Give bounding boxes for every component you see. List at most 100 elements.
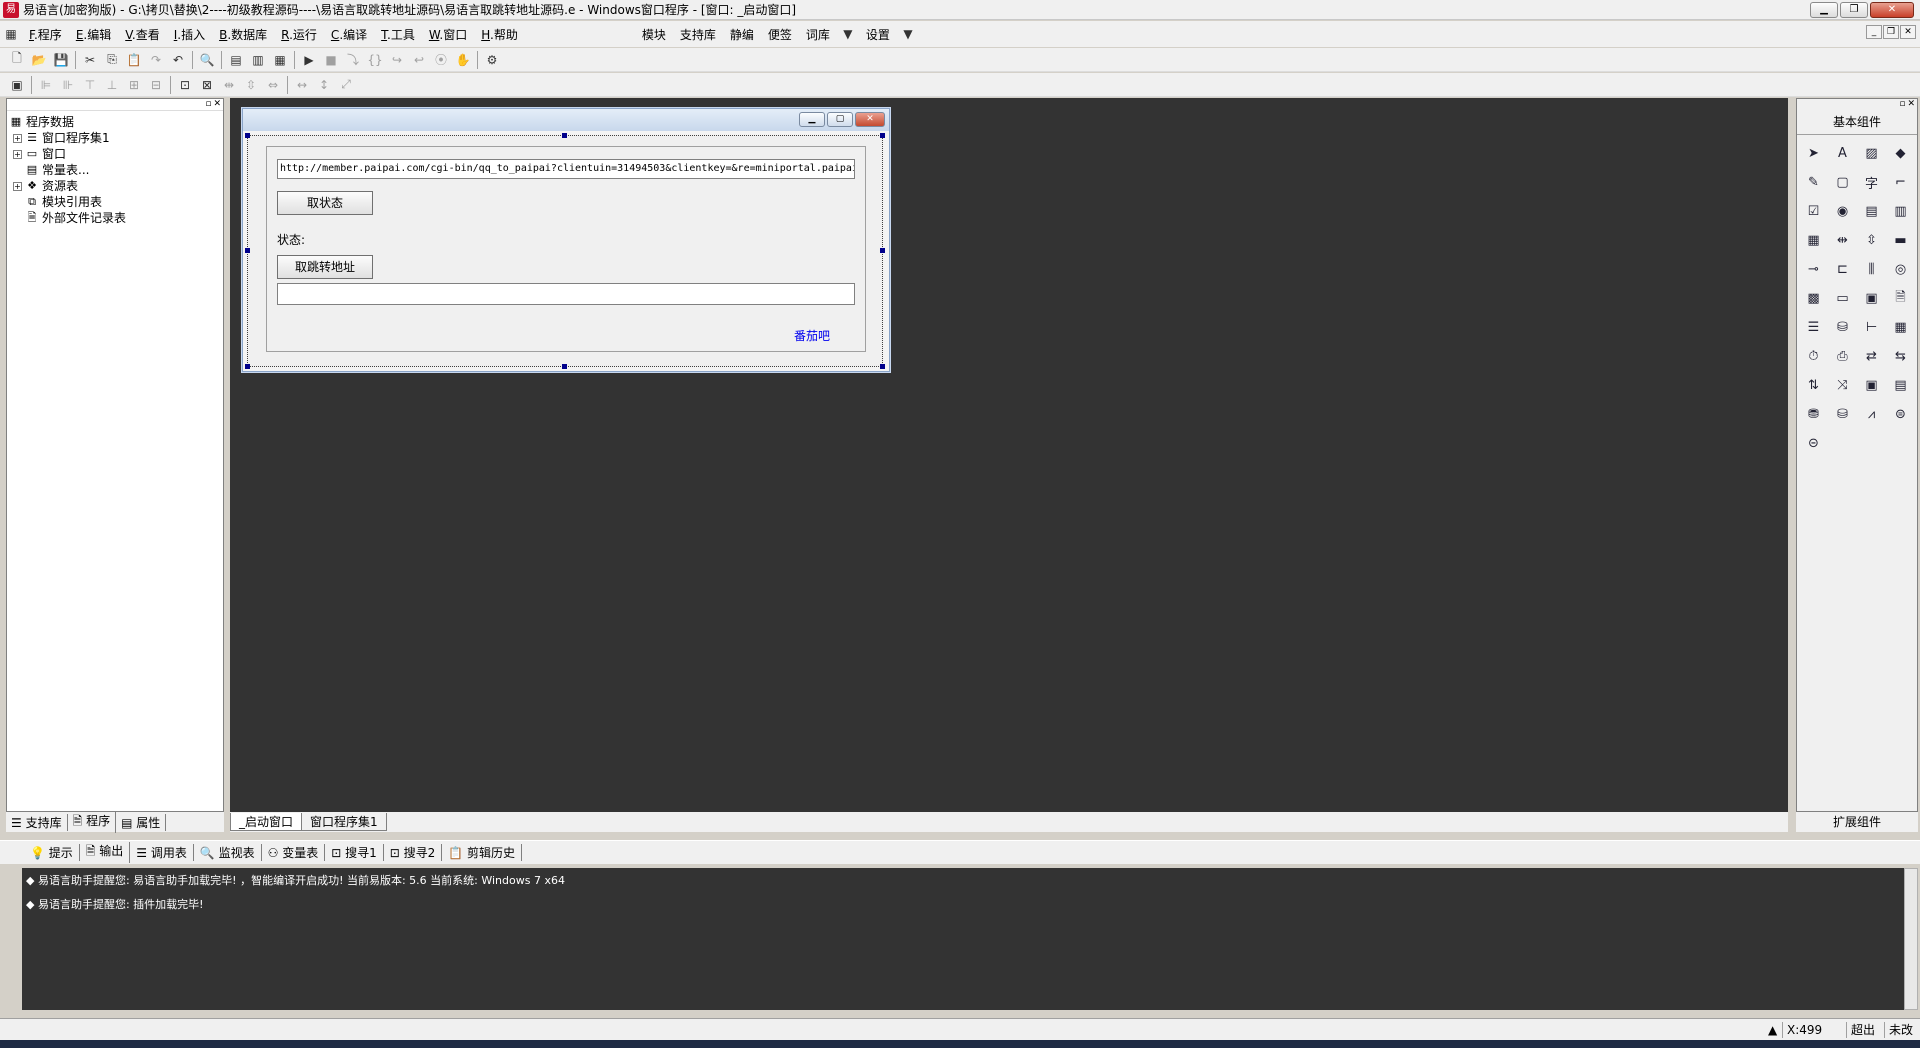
form-close-button[interactable]: ✕ xyxy=(855,112,885,127)
menu-insert[interactable]: I.插入 xyxy=(167,26,212,43)
layout1-icon[interactable]: ▤ xyxy=(225,50,247,70)
close-icon[interactable]: ✕ xyxy=(1907,99,1915,111)
tab-search1[interactable]: ⊡ 搜寻1 xyxy=(325,844,384,861)
basic-components-header[interactable]: 基本组件 xyxy=(1797,111,1917,135)
menu-notes[interactable]: 便签 xyxy=(761,26,799,43)
db-link-component-icon[interactable]: ⛁ xyxy=(1828,400,1857,429)
drive-component-icon[interactable]: ⛁ xyxy=(1828,313,1857,342)
extended-components-tab[interactable]: 扩展组件 xyxy=(1796,812,1918,832)
menu-settings[interactable]: 设置 xyxy=(859,26,897,43)
step-icon[interactable]: ⤵ xyxy=(342,50,364,70)
edit-component-icon[interactable]: ✎ xyxy=(1799,168,1828,197)
menu-lexicon[interactable]: 词库 xyxy=(799,26,837,43)
tab-call-stack[interactable]: ☰ 调用表 xyxy=(130,844,194,861)
resize-handle[interactable] xyxy=(245,248,250,253)
chevron-down-icon[interactable]: ▼ xyxy=(897,24,919,44)
file-component-icon[interactable]: 🗎 xyxy=(1886,284,1915,313)
menu-view[interactable]: V.查看 xyxy=(118,26,167,43)
resize-handle[interactable] xyxy=(880,248,885,253)
shape-component-icon[interactable]: ◆ xyxy=(1886,139,1915,168)
tree-item-resources[interactable]: + ❖ 资源表 xyxy=(9,178,221,194)
client-component-icon[interactable]: ⤨ xyxy=(1828,371,1857,400)
menu-module[interactable]: 模块 xyxy=(635,26,673,43)
folder-component-icon[interactable]: ▣ xyxy=(1857,284,1886,313)
align-right-icon[interactable]: ⊪ xyxy=(57,75,79,95)
menu-compile[interactable]: C.编译 xyxy=(324,26,374,43)
table-component-icon[interactable]: ▦ xyxy=(1886,313,1915,342)
breakpoint-icon[interactable]: ⦿ xyxy=(430,50,452,70)
resize-handle[interactable] xyxy=(562,133,567,138)
get-redirect-button[interactable]: 取跳转地址 xyxy=(277,255,373,279)
hand-icon[interactable]: ✋ xyxy=(452,50,474,70)
statusbar-component-icon[interactable]: ▭ xyxy=(1828,284,1857,313)
step-into-icon[interactable]: {} xyxy=(364,50,386,70)
media-component-icon[interactable]: ◎ xyxy=(1886,255,1915,284)
db-component-icon[interactable]: ⛃ xyxy=(1799,400,1828,429)
paste-icon[interactable]: 📋 xyxy=(123,50,145,70)
chevron-down-icon[interactable]: ▼ xyxy=(837,24,859,44)
tree-root[interactable]: ▦ 程序数据 xyxy=(9,114,221,130)
menu-run[interactable]: R.运行 xyxy=(274,26,324,43)
expand-icon[interactable]: + xyxy=(13,133,22,143)
pin-icon[interactable]: ▫ xyxy=(1899,99,1905,111)
minimize-button[interactable]: ▁ xyxy=(1810,2,1838,18)
resize-handle[interactable] xyxy=(562,364,567,369)
form-designer-window[interactable]: ▁ ▢ ✕ http://member.paipai.com/cgi-bin/q… xyxy=(242,108,890,372)
menu-help[interactable]: H.帮助 xyxy=(474,26,525,43)
menu-edit[interactable]: E.编辑 xyxy=(69,26,118,43)
scroll-h-component-icon[interactable]: ⇹ xyxy=(1828,226,1857,255)
grid-icon[interactable]: ▣ xyxy=(6,75,28,95)
menu-tools[interactable]: T.工具 xyxy=(374,26,422,43)
equal-space-icon[interactable]: ⇔ xyxy=(262,75,284,95)
layout3-icon[interactable]: ▦ xyxy=(269,50,291,70)
text-component-icon[interactable]: 字 xyxy=(1857,168,1886,197)
socket-component-icon[interactable]: ⇆ xyxy=(1886,342,1915,371)
copy-icon[interactable]: ⎘ xyxy=(101,50,123,70)
printer-component-icon[interactable]: ⎙ xyxy=(1828,342,1857,371)
network-component-icon[interactable]: ⇄ xyxy=(1857,342,1886,371)
menu-program[interactable]: F.程序 xyxy=(22,26,69,43)
tab-component-icon[interactable]: ⊏ xyxy=(1828,255,1857,284)
slider-component-icon[interactable]: ⊸ xyxy=(1799,255,1828,284)
tab-hint[interactable]: 💡 提示 xyxy=(24,844,80,861)
pin-icon[interactable]: ▫ xyxy=(205,99,211,110)
center-v-icon[interactable]: ⊠ xyxy=(196,75,218,95)
stop-icon[interactable]: ■ xyxy=(320,50,342,70)
odbc-db-component-icon[interactable]: ⊝ xyxy=(1799,429,1828,458)
close-icon[interactable]: ✕ xyxy=(213,99,221,110)
resize-handle[interactable] xyxy=(880,364,885,369)
tab-output[interactable]: 🗎 输出 xyxy=(80,842,131,863)
align-left-icon[interactable]: ⊫ xyxy=(35,75,57,95)
grid-component-icon[interactable]: ▦ xyxy=(1799,226,1828,255)
redo-icon[interactable]: ↷ xyxy=(145,50,167,70)
same-size-icon[interactable]: ⤢ xyxy=(335,75,357,95)
space-h-icon[interactable]: ⇹ xyxy=(218,75,240,95)
caret-up-icon[interactable]: ▲ xyxy=(1764,1022,1781,1038)
odbc-component-icon[interactable]: ⊜ xyxy=(1886,400,1915,429)
radio-component-icon[interactable]: ◉ xyxy=(1828,197,1857,226)
menu-static-compile[interactable]: 静编 xyxy=(723,26,761,43)
expand-icon[interactable]: + xyxy=(13,181,22,191)
align-top-icon[interactable]: ⊤ xyxy=(79,75,101,95)
resize-handle[interactable] xyxy=(880,133,885,138)
plugin-icon[interactable]: ⚙ xyxy=(481,50,503,70)
pointer-icon[interactable]: ➤ xyxy=(1799,139,1828,168)
new-file-icon[interactable]: 🗋 xyxy=(6,50,28,70)
same-width-icon[interactable]: ↔ xyxy=(291,75,313,95)
timer-component-icon[interactable]: ⏱ xyxy=(1799,342,1828,371)
result-input[interactable] xyxy=(277,283,855,305)
expand-icon[interactable]: + xyxy=(13,149,22,159)
form-client-area[interactable]: http://member.paipai.com/cgi-bin/qq_to_p… xyxy=(245,133,885,369)
menu-component-icon[interactable]: ☰ xyxy=(1799,313,1828,342)
resize-handle[interactable] xyxy=(245,364,250,369)
mdi-minimize-button[interactable]: _ xyxy=(1866,25,1882,39)
tree-item-constants[interactable]: ▤ 常量表... xyxy=(9,162,221,178)
tab-window-assembly[interactable]: 窗口程序集1 xyxy=(301,813,387,831)
menu-support-lib[interactable]: 支持库 xyxy=(673,26,723,43)
url-input[interactable]: http://member.paipai.com/cgi-bin/qq_to_p… xyxy=(277,159,855,179)
align-center-icon[interactable]: ⊞ xyxy=(123,75,145,95)
progress-component-icon[interactable]: ▬ xyxy=(1886,226,1915,255)
layout2-icon[interactable]: ▥ xyxy=(247,50,269,70)
splitter-component-icon[interactable]: ⫼ xyxy=(1857,255,1886,284)
fanqie-link[interactable]: 番茄吧 xyxy=(794,327,830,344)
